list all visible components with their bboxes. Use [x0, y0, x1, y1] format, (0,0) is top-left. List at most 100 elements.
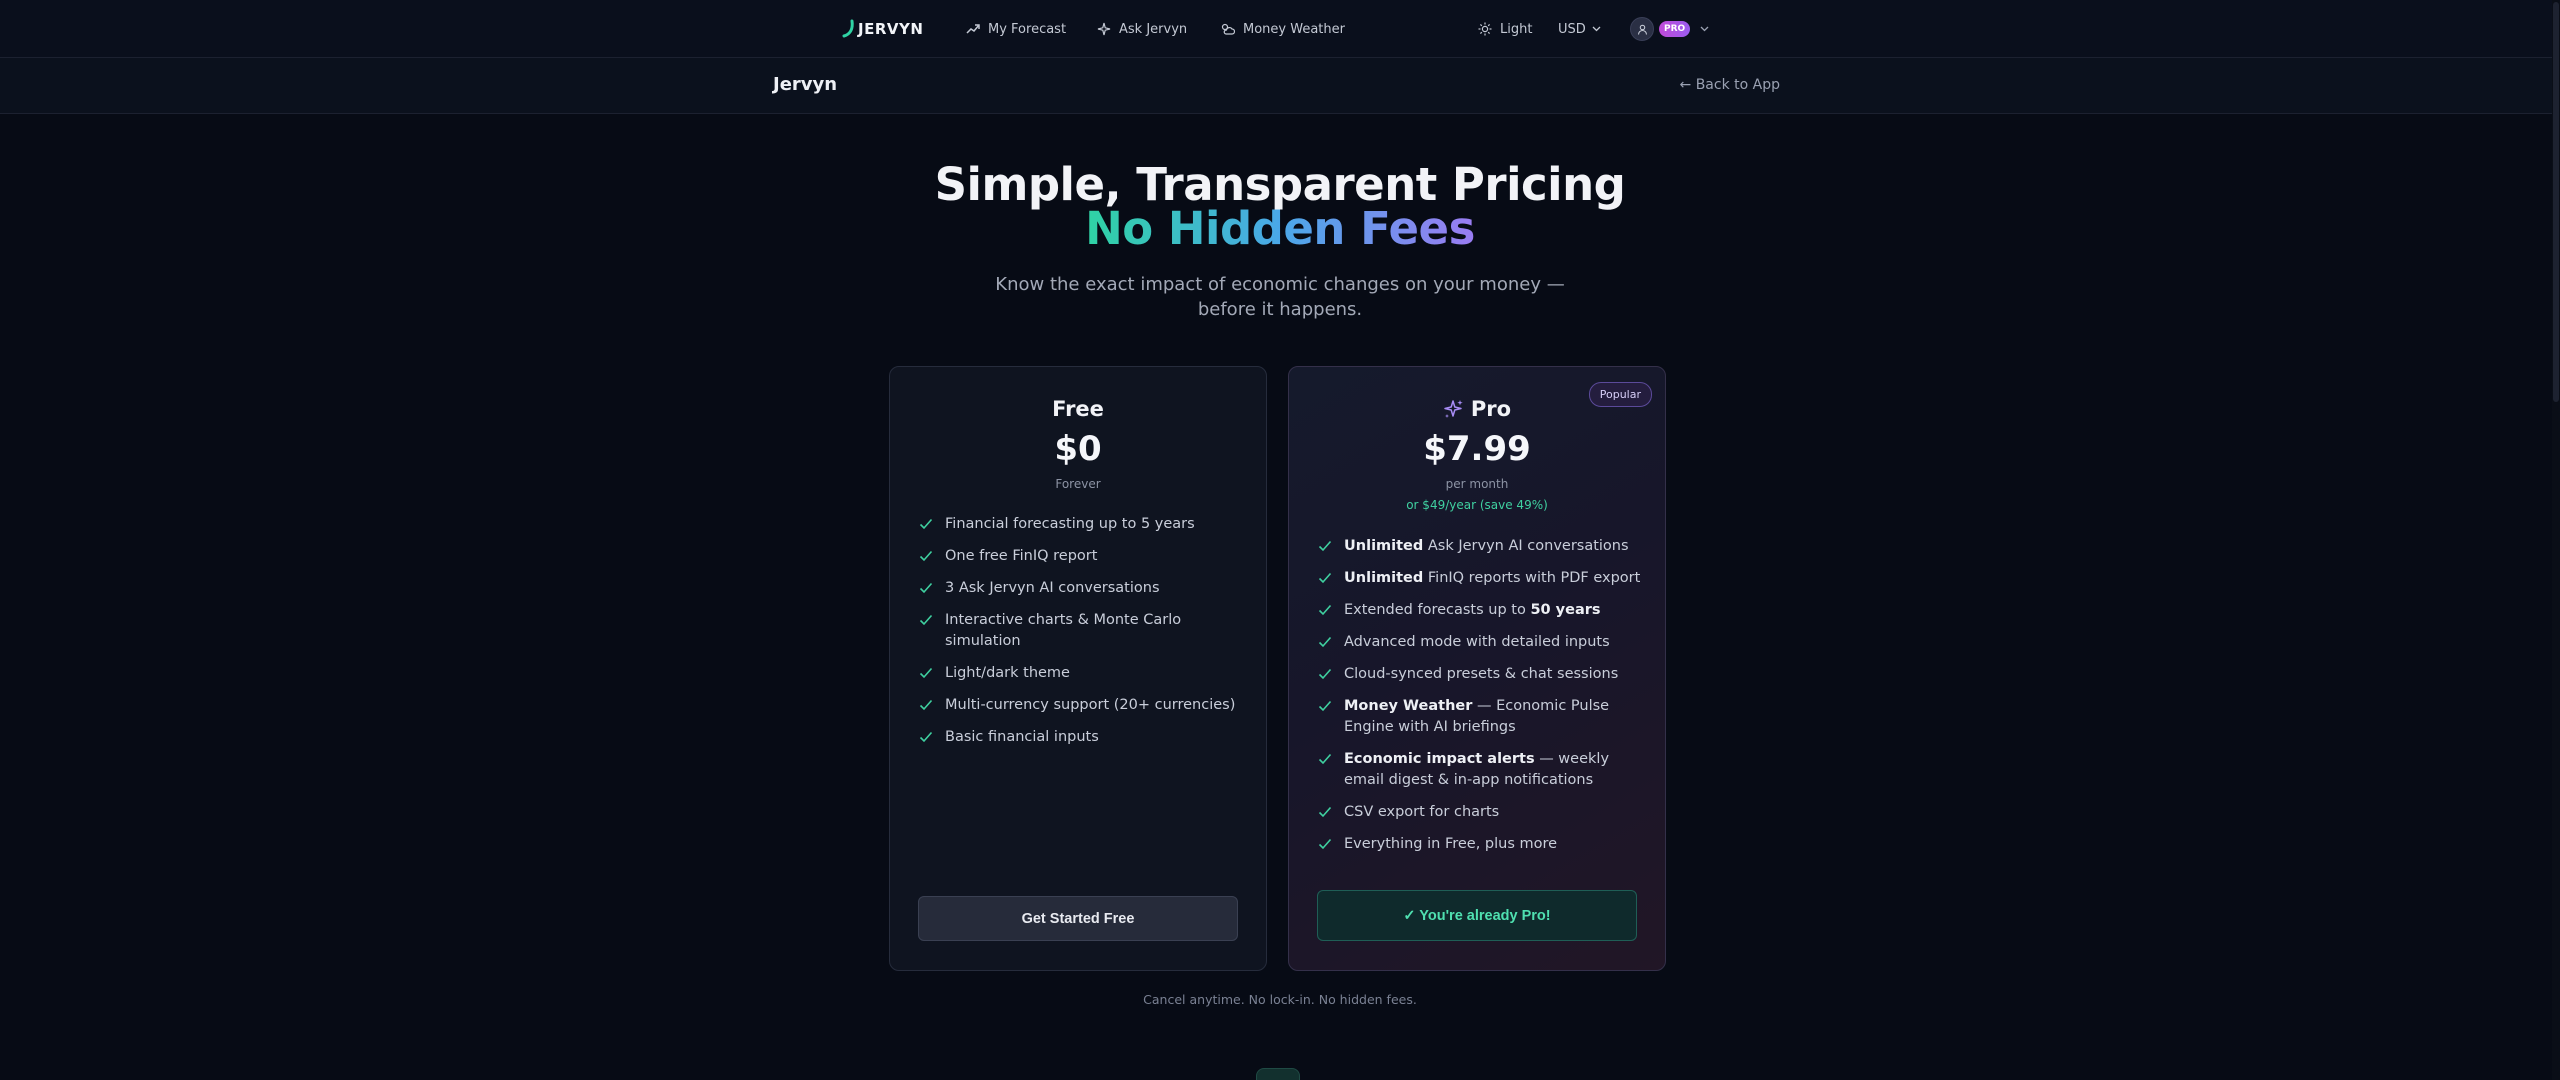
plan-name-label: Pro [1470, 397, 1512, 421]
feature-text: Unlimited FinIQ reports with PDF export [1344, 568, 1640, 589]
pricing-card-pro: Popular Pro $7.99 per month or $49/year … [1288, 366, 1666, 971]
feature-text: Cloud-synced presets & chat sessions [1344, 666, 1619, 682]
sparkles-icon [1097, 22, 1111, 36]
scrollbar[interactable] [2552, 0, 2560, 1080]
page-title-highlight-text: No Hidden Fees [1085, 202, 1475, 255]
check-icon [919, 667, 933, 679]
feature-text: Advanced mode with detailed inputs [1344, 634, 1610, 650]
feature-item: Cloud-synced presets & chat sessions [1318, 664, 1641, 685]
feature-text: One free FinIQ report [945, 548, 1098, 564]
plan-price: $0 [1054, 429, 1102, 469]
check-icon [1318, 700, 1332, 712]
chevron-down-icon [1700, 26, 1709, 32]
logo[interactable]: JERVYN [842, 17, 923, 41]
check-icon [1318, 636, 1332, 648]
check-icon [919, 731, 933, 743]
brand-title: Jervyn [773, 74, 838, 95]
feature-item: Multi-currency support (20+ currencies) [919, 695, 1242, 716]
feature-text: 3 Ask Jervyn AI conversations [945, 580, 1160, 596]
theme-toggle-label: Light [1500, 21, 1533, 37]
feature-bold: Economic impact alerts [1344, 751, 1535, 767]
feature-rest: FinIQ reports with PDF export [1423, 570, 1641, 586]
get-started-free-button[interactable]: Get Started Free [918, 896, 1238, 941]
back-to-app-link[interactable]: ← Back to App [1680, 77, 1780, 93]
currency-value: USD [1558, 21, 1586, 37]
theme-toggle[interactable]: Light [1478, 17, 1532, 41]
feature-item: Everything in Free, plus more [1318, 834, 1641, 855]
feature-text: CSV export for charts [1344, 804, 1500, 820]
nav-money-weather[interactable]: Money Weather [1220, 17, 1345, 41]
feature-bold: Unlimited [1344, 570, 1424, 586]
logo-text: JERVYN [858, 20, 924, 38]
feature-item: Interactive charts & Monte Carlo simulat… [919, 610, 1242, 652]
check-icon [1318, 806, 1332, 818]
plan-period: Forever [1055, 477, 1101, 491]
feature-text: Economic impact alerts — weekly email di… [1344, 749, 1641, 791]
pro-badge: PRO [1659, 21, 1691, 37]
currency-select[interactable]: USD [1558, 17, 1601, 41]
footnote: Cancel anytime. No lock-in. No hidden fe… [1143, 992, 1417, 1007]
feature-text: Financial forecasting up to 5 years [945, 516, 1195, 532]
nav-ask-jervyn-label: Ask Jervyn [1119, 21, 1188, 37]
feature-rest: Extended forecasts up to [1344, 602, 1531, 618]
feature-item: Money Weather — Economic Pulse Engine wi… [1318, 696, 1641, 738]
check-icon [919, 550, 933, 562]
plan-name: Pro [1289, 397, 1665, 421]
user-icon [1637, 24, 1647, 35]
plan-period: per month [1445, 477, 1509, 491]
feature-item: Basic financial inputs [919, 727, 1242, 748]
feature-text: Money Weather — Economic Pulse Engine wi… [1344, 696, 1641, 738]
feature-item: Advanced mode with detailed inputs [1318, 632, 1641, 653]
feature-text: Light/dark theme [945, 665, 1070, 681]
chevron-down-icon [1592, 26, 1601, 32]
avatar [1630, 17, 1654, 41]
check-icon [919, 582, 933, 594]
plan-annual-price: or $49/year (save 49%) [1406, 498, 1548, 512]
check-icon [1318, 604, 1332, 616]
feature-text: Multi-currency support (20+ currencies) [945, 697, 1236, 713]
page-header: Jervyn ← Back to App [0, 58, 2560, 114]
page-subtitle: Know the exact impact of economic change… [995, 274, 1565, 320]
feature-item: Light/dark theme [919, 663, 1242, 684]
sun-icon [1478, 22, 1492, 36]
already-pro-button[interactable]: ✓ You're already Pro! [1317, 890, 1637, 941]
check-icon [919, 518, 933, 530]
user-menu[interactable]: PRO [1630, 16, 1709, 42]
check-icon [919, 699, 933, 711]
feature-item: Financial forecasting up to 5 years [919, 514, 1242, 535]
feature-text: Unlimited Ask Jervyn AI conversations [1344, 536, 1629, 557]
feature-item: 3 Ask Jervyn AI conversations [919, 578, 1242, 599]
feature-item: CSV export for charts [1318, 802, 1641, 823]
feature-text: Interactive charts & Monte Carlo simulat… [945, 612, 1182, 649]
feature-text: Basic financial inputs [945, 729, 1099, 745]
nav-ask-jervyn[interactable]: Ask Jervyn [1097, 17, 1187, 41]
scroll-to-top-button[interactable] [1256, 1068, 1300, 1080]
check-icon [919, 614, 933, 626]
plan-name: Free [890, 397, 1266, 421]
feature-bold: 50 years [1530, 602, 1601, 618]
nav-my-forecast[interactable]: My Forecast [966, 17, 1066, 41]
check-icon [1318, 540, 1332, 552]
feature-bold: Money Weather [1344, 698, 1473, 714]
page-title-highlight: No Hidden Fees [0, 206, 2560, 251]
feature-item: One free FinIQ report [919, 546, 1242, 567]
trending-up-icon [966, 24, 980, 34]
feature-item: Economic impact alerts — weekly email di… [1318, 749, 1641, 791]
check-icon [1318, 668, 1332, 680]
feature-item: Unlimited FinIQ reports with PDF export [1318, 568, 1641, 589]
nav-money-weather-label: Money Weather [1243, 21, 1345, 37]
feature-text: Everything in Free, plus more [1344, 836, 1558, 852]
feature-rest: Ask Jervyn AI conversations [1423, 538, 1629, 554]
sparkles-icon [1444, 400, 1463, 418]
page-title: Simple, Transparent Pricing [934, 158, 1626, 211]
plan-name-label: Free [1052, 397, 1104, 421]
pricing-card-free: Free $0 Forever Financial forecasting up… [889, 366, 1267, 971]
feature-bold: Unlimited [1344, 538, 1424, 554]
cloud-sun-icon [1221, 23, 1235, 35]
logo-icon [842, 19, 854, 38]
feature-item: Unlimited Ask Jervyn AI conversations [1318, 536, 1641, 557]
check-icon [1318, 753, 1332, 765]
feature-text: Extended forecasts up to 50 years [1344, 600, 1601, 621]
top-navbar: JERVYN My Forecast Ask Jervyn Money Weat… [0, 0, 2560, 58]
scrollbar-thumb[interactable] [2553, 2, 2559, 402]
